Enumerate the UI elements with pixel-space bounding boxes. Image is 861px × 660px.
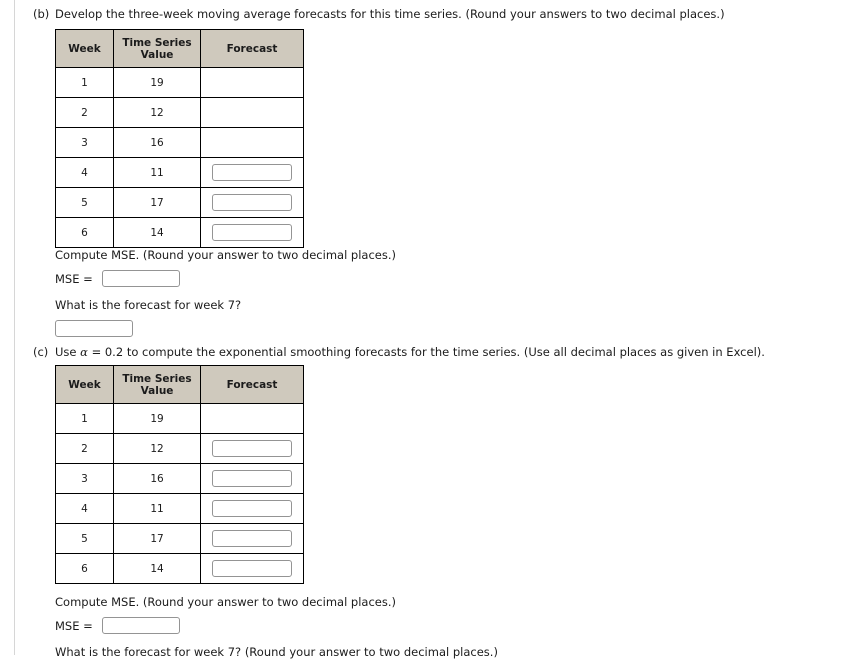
cell-week: 2 [55,433,114,464]
column-header-week: Week [55,365,114,404]
table-row: 5 17 [55,523,304,554]
forecast-input-week-6[interactable] [212,224,292,241]
cell-week: 4 [55,493,114,524]
question-part-c: (c) Use α = 0.2 to compute the exponenti… [0,344,861,659]
table-row: 1 19 [55,403,304,434]
part-c-mse-input[interactable] [101,617,180,634]
cell-forecast [200,97,304,128]
column-header-time-series-value: Time Series Value [113,29,201,68]
table-row: 3 16 [55,127,304,158]
cell-forecast [200,493,304,524]
part-b-label: (b) [33,7,50,21]
cell-time-series-value: 12 [113,433,201,464]
part-b-mse-prompt: Compute MSE. (Round your answer to two d… [55,248,397,262]
table-row: 6 14 [55,553,304,584]
part-b-mse-row: MSE = [55,268,755,289]
table-row: 4 11 [55,493,304,524]
table-header-row: Week Time Series Value Forecast [55,29,304,68]
part-b-prompt-row: (b) Develop the three-week moving averag… [0,6,861,22]
part-c-prompt-before-alpha: Use [55,345,81,359]
table-row: 4 11 [55,157,304,188]
cell-week: 5 [55,523,114,554]
cell-week: 6 [55,217,114,248]
part-b-followup: Compute MSE. (Round your answer to two d… [55,248,755,337]
column-header-forecast: Forecast [200,365,304,404]
cell-week: 2 [55,97,114,128]
part-c-mse-row: MSE = [55,615,755,636]
table-row: 3 16 [55,463,304,494]
column-header-week: Week [55,29,114,68]
table-row: 1 19 [55,67,304,98]
moving-average-table: Week Time Series Value Forecast 1 19 2 1… [55,29,304,248]
smoothing-forecast-input-week-5[interactable] [212,530,292,547]
column-header-time-series-value: Time Series Value [113,365,201,404]
cell-time-series-value: 16 [113,463,201,494]
part-b-prompt-text: Develop the three-week moving average fo… [55,7,725,21]
smoothing-forecast-input-week-2[interactable] [212,440,292,457]
part-c-prompt-after-alpha: = 0.2 to compute the exponential smoothi… [87,345,765,359]
exponential-smoothing-table: Week Time Series Value Forecast 1 19 2 1… [55,365,304,584]
column-header-forecast: Forecast [200,29,304,68]
page-left-rule [14,0,15,655]
cell-forecast [200,127,304,158]
cell-time-series-value: 16 [113,127,201,158]
cell-forecast [200,67,304,98]
table-header-row: Week Time Series Value Forecast [55,365,304,404]
part-c-prompt-row: (c) Use α = 0.2 to compute the exponenti… [0,344,861,360]
smoothing-forecast-input-week-4[interactable] [212,500,292,517]
cell-forecast [200,217,304,248]
cell-week: 1 [55,403,114,434]
cell-forecast [200,157,304,188]
cell-week: 6 [55,553,114,584]
cell-forecast [200,463,304,494]
part-c-followup: Compute MSE. (Round your answer to two d… [55,595,755,660]
part-c-label: (c) [33,345,49,359]
table-row: 2 12 [55,433,304,464]
part-c-week7-prompt: What is the forecast for week 7? (Round … [55,644,498,659]
cell-time-series-value: 19 [113,403,201,434]
cell-forecast [200,187,304,218]
part-c-mse-prompt: Compute MSE. (Round your answer to two d… [55,595,397,609]
cell-time-series-value: 14 [113,217,201,248]
question-part-b: (b) Develop the three-week moving averag… [0,6,861,337]
alpha-symbol: α [80,345,88,359]
table-row: 5 17 [55,187,304,218]
part-b-mse-label: MSE = [55,271,93,286]
part-b-week7-prompt: What is the forecast for week 7? [55,297,242,312]
cell-forecast [200,403,304,434]
cell-time-series-value: 11 [113,157,201,188]
cell-forecast [200,523,304,554]
cell-week: 4 [55,157,114,188]
smoothing-forecast-input-week-3[interactable] [212,470,292,487]
part-b-mse-input[interactable] [101,270,180,287]
cell-forecast [200,433,304,464]
part-c-mse-label: MSE = [55,618,93,633]
cell-time-series-value: 17 [113,523,201,554]
table-row: 2 12 [55,97,304,128]
cell-forecast [200,553,304,584]
part-b-week7-input[interactable] [55,319,133,337]
cell-time-series-value: 14 [113,553,201,584]
cell-week: 1 [55,67,114,98]
cell-week: 5 [55,187,114,218]
part-c-prompt-text: Use α = 0.2 to compute the exponential s… [55,344,765,360]
smoothing-forecast-input-week-6[interactable] [212,560,292,577]
cell-week: 3 [55,463,114,494]
cell-time-series-value: 17 [113,187,201,218]
cell-time-series-value: 12 [113,97,201,128]
cell-week: 3 [55,127,114,158]
forecast-input-week-4[interactable] [212,164,292,181]
forecast-input-week-5[interactable] [212,194,292,211]
table-row: 6 14 [55,217,304,248]
cell-time-series-value: 19 [113,67,201,98]
cell-time-series-value: 11 [113,493,201,524]
